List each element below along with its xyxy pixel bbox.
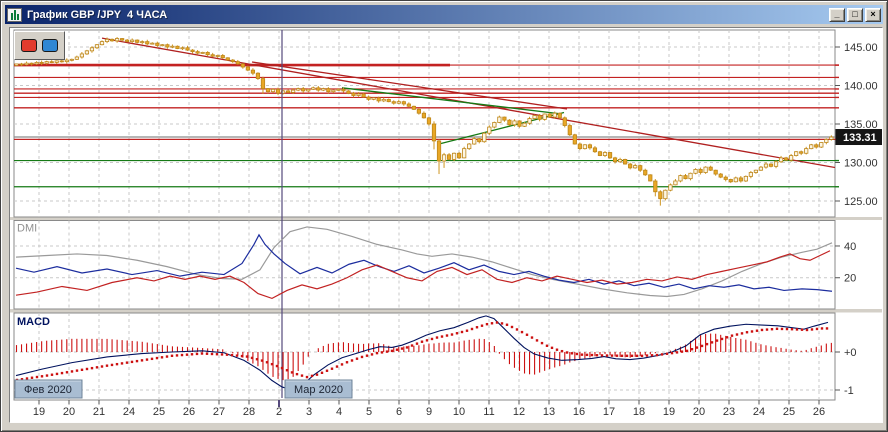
- svg-text:19: 19: [663, 406, 675, 418]
- svg-text:27: 27: [213, 406, 225, 418]
- panel-separator: [10, 217, 882, 221]
- svg-text:Мар 2020: Мар 2020: [294, 384, 343, 396]
- svg-text:26: 26: [813, 406, 825, 418]
- month-marker: Фев 2020: [15, 380, 82, 398]
- svg-text:+0: +0: [844, 347, 857, 359]
- chart-toolbar: [14, 31, 65, 60]
- svg-text:40: 40: [844, 241, 856, 253]
- chart-canvas[interactable]: DMIMACDФев 2020Мар 2020145.00140.00135.0…: [10, 28, 882, 422]
- svg-text:6: 6: [396, 406, 402, 418]
- svg-text:125.00: 125.00: [844, 196, 878, 208]
- panel-separator: [10, 309, 882, 313]
- chart-client-area: DMIMACDФев 2020Мар 2020145.00140.00135.0…: [9, 27, 883, 423]
- svg-text:5: 5: [366, 406, 372, 418]
- candlestick-chart-icon: [7, 8, 22, 22]
- svg-text:25: 25: [783, 406, 795, 418]
- svg-text:28: 28: [243, 406, 255, 418]
- chart-window: График GBP /JPY 4 ЧАСА _ □ × DMI MACD Фев …: [0, 0, 888, 432]
- svg-text:25: 25: [153, 406, 165, 418]
- svg-text:-1: -1: [844, 385, 854, 397]
- svg-text:24: 24: [753, 406, 765, 418]
- svg-text:13: 13: [543, 406, 555, 418]
- time-axis: 1920212425262728234569101112131617181920…: [33, 400, 825, 418]
- svg-text:26: 26: [183, 406, 195, 418]
- svg-text:Фев 2020: Фев 2020: [24, 384, 72, 396]
- svg-text:19: 19: [33, 406, 45, 418]
- svg-text:4: 4: [336, 406, 342, 418]
- svg-text:140.00: 140.00: [844, 81, 878, 93]
- window-title: График GBP /JPY 4 ЧАСА: [27, 9, 827, 21]
- svg-text:20: 20: [844, 273, 856, 285]
- maximize-button[interactable]: □: [847, 8, 863, 22]
- svg-text:2: 2: [276, 406, 282, 418]
- svg-text:18: 18: [633, 406, 645, 418]
- svg-text:21: 21: [93, 406, 105, 418]
- current-price-box: 133.31: [836, 129, 883, 145]
- red-square-button[interactable]: [21, 39, 37, 52]
- svg-text:17: 17: [603, 406, 615, 418]
- svg-text:9: 9: [426, 406, 432, 418]
- svg-text:133.31: 133.31: [843, 132, 877, 144]
- svg-text:12: 12: [513, 406, 525, 418]
- blue-square-button[interactable]: [42, 39, 58, 52]
- svg-text:145.00: 145.00: [844, 42, 878, 54]
- close-button[interactable]: ×: [865, 8, 881, 22]
- svg-text:130.00: 130.00: [844, 158, 878, 170]
- svg-text:3: 3: [306, 406, 312, 418]
- dmi-label: DMI: [17, 223, 37, 235]
- month-marker: Мар 2020: [285, 380, 352, 398]
- macd-label: MACD: [17, 316, 50, 328]
- svg-text:16: 16: [573, 406, 585, 418]
- svg-text:23: 23: [723, 406, 735, 418]
- titlebar[interactable]: График GBP /JPY 4 ЧАСА _ □ ×: [5, 5, 883, 24]
- svg-text:10: 10: [453, 406, 465, 418]
- svg-text:20: 20: [63, 406, 75, 418]
- svg-text:20: 20: [693, 406, 705, 418]
- svg-text:24: 24: [123, 406, 135, 418]
- svg-text:11: 11: [483, 406, 494, 418]
- minimize-button[interactable]: _: [829, 8, 845, 22]
